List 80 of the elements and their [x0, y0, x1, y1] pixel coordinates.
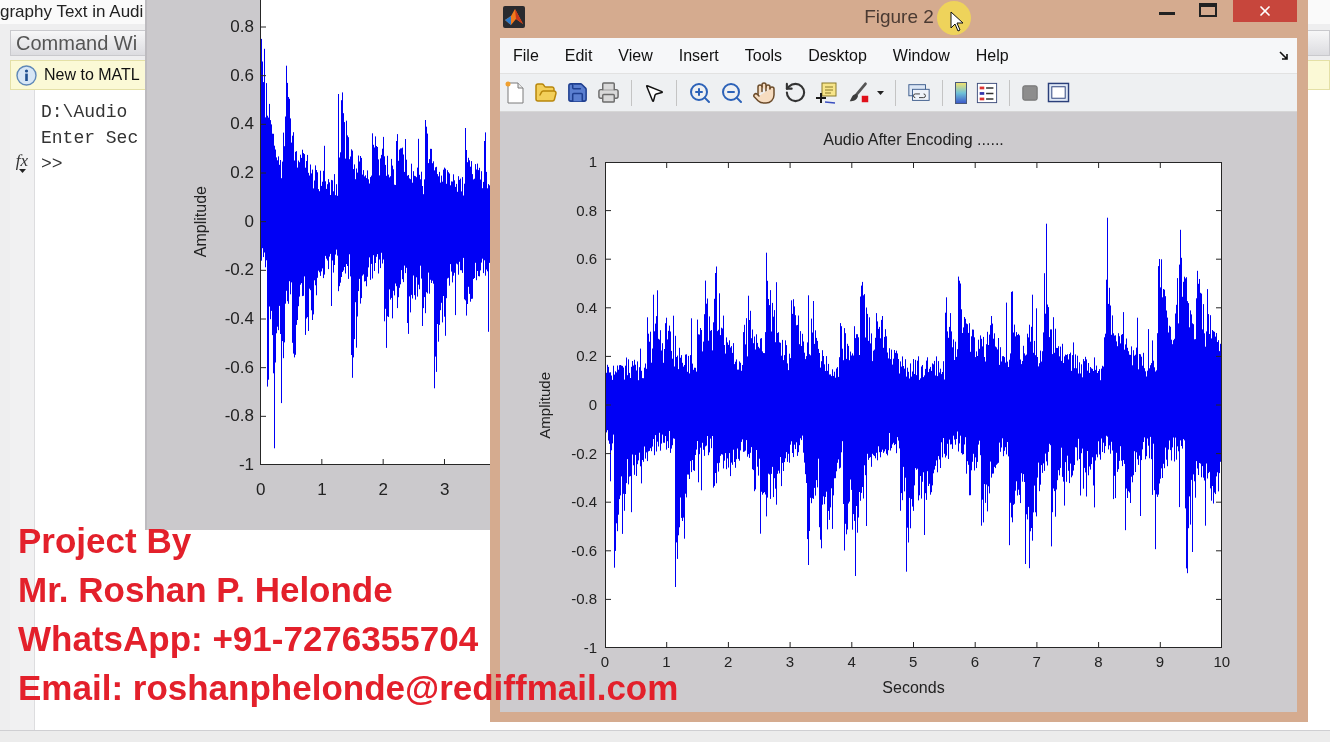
- tick-label: 0.8: [230, 18, 254, 36]
- tick-label: 1: [662, 656, 671, 668]
- rotate-icon[interactable]: [784, 81, 807, 104]
- zoom-in-icon[interactable]: [688, 80, 712, 105]
- menu-item[interactable]: Edit: [551, 38, 606, 73]
- tick-label: -0.4: [571, 494, 597, 511]
- colorbar-icon[interactable]: [954, 80, 968, 105]
- tick-label: 2: [378, 482, 389, 498]
- menu-item[interactable]: File: [500, 38, 552, 73]
- caption-line: WhatsApp: +91-7276355704: [18, 621, 479, 656]
- tick-label: 3: [439, 482, 450, 498]
- menu-item[interactable]: Tools: [731, 38, 796, 73]
- caption-line: Project By: [18, 523, 192, 558]
- menu-item[interactable]: Insert: [665, 38, 732, 73]
- notice-text: New to MATL: [44, 65, 140, 85]
- tick-label: 0.6: [576, 251, 597, 268]
- caption-line: Mr. Roshan P. Helonde: [18, 572, 393, 607]
- tick-label: 0.4: [230, 115, 254, 134]
- tick-label: 4: [847, 656, 856, 668]
- tick-label: -0.8: [224, 407, 254, 426]
- tick-label: 6: [970, 656, 980, 668]
- console-line: D:\Audio: [41, 101, 128, 124]
- close-icon: [1257, 3, 1273, 19]
- tick-label: 0.6: [230, 66, 254, 85]
- panel-title: Command Wi: [16, 31, 138, 55]
- window-title: Figure 2: [864, 6, 934, 28]
- tick-label: -0.6: [571, 542, 597, 559]
- tick-label: 0.2: [230, 163, 254, 182]
- axis-label: Amplitude: [537, 371, 553, 439]
- hand-icon[interactable]: [752, 80, 776, 105]
- tick-label: 10: [1213, 656, 1231, 668]
- tick-label: 0: [255, 482, 266, 498]
- console-line: Enter Sec: [41, 127, 139, 150]
- tick-label: 0: [588, 396, 597, 413]
- command-prompt: >>: [41, 153, 63, 176]
- tick-label: 0.8: [576, 202, 597, 219]
- axis-label: Amplitude: [193, 186, 209, 258]
- zoom-out-icon[interactable]: [720, 80, 744, 105]
- diagonal-arrow-icon[interactable]: [1279, 50, 1289, 61]
- printer-icon[interactable]: [597, 81, 620, 104]
- tick-label: 3: [785, 656, 795, 668]
- window-title: graphy Text in Audi: [0, 2, 144, 22]
- tick-label: -1: [583, 639, 597, 656]
- function-button[interactable]: fx: [15, 152, 29, 176]
- close-button[interactable]: [1233, 0, 1297, 22]
- tick-label: 7: [1032, 656, 1041, 668]
- tick-label: -0.6: [224, 358, 254, 377]
- caption-line: Email: roshanphelonde@rediffmail.com: [18, 670, 679, 705]
- tick-label: 0.2: [576, 348, 597, 365]
- tick-label: 2: [724, 656, 733, 668]
- square-icon[interactable]: [1021, 83, 1039, 102]
- menu-item[interactable]: Help: [962, 38, 1022, 73]
- axis-label: Seconds: [882, 680, 945, 696]
- maximize-icon[interactable]: [1199, 3, 1217, 17]
- tick-label: 0: [244, 212, 254, 231]
- tick-label: 1: [588, 154, 597, 170]
- info-icon: [16, 64, 37, 86]
- tick-label: 0.4: [576, 299, 597, 316]
- paintbrush-icon[interactable]: [847, 80, 871, 105]
- note-crosshair-icon[interactable]: [815, 80, 839, 105]
- plot-title: Audio After Encoding ......: [823, 131, 1004, 149]
- window-frame-icon[interactable]: [1047, 82, 1070, 103]
- tick-label: 5: [909, 656, 918, 668]
- tick-label: 0: [600, 656, 609, 668]
- caret-icon: [18, 169, 26, 173]
- tick-label: -0.2: [571, 445, 597, 462]
- menu-item[interactable]: View: [605, 38, 666, 73]
- tick-label: 8: [1094, 656, 1103, 668]
- logo-icon: [503, 6, 525, 28]
- tick-label: -1: [238, 455, 254, 474]
- menu-item[interactable]: Window: [879, 38, 963, 73]
- folder-icon[interactable]: [534, 80, 558, 105]
- legend-icon[interactable]: [976, 81, 998, 104]
- tick-label: 9: [1155, 656, 1165, 668]
- tick-label: -0.4: [224, 309, 254, 328]
- tick-label: -0.8: [571, 591, 597, 608]
- cursor-icon: [936, 0, 972, 36]
- tick-label: 1: [317, 482, 327, 498]
- menu-item[interactable]: Desktop: [795, 38, 880, 73]
- tick-label: -0.2: [224, 261, 254, 280]
